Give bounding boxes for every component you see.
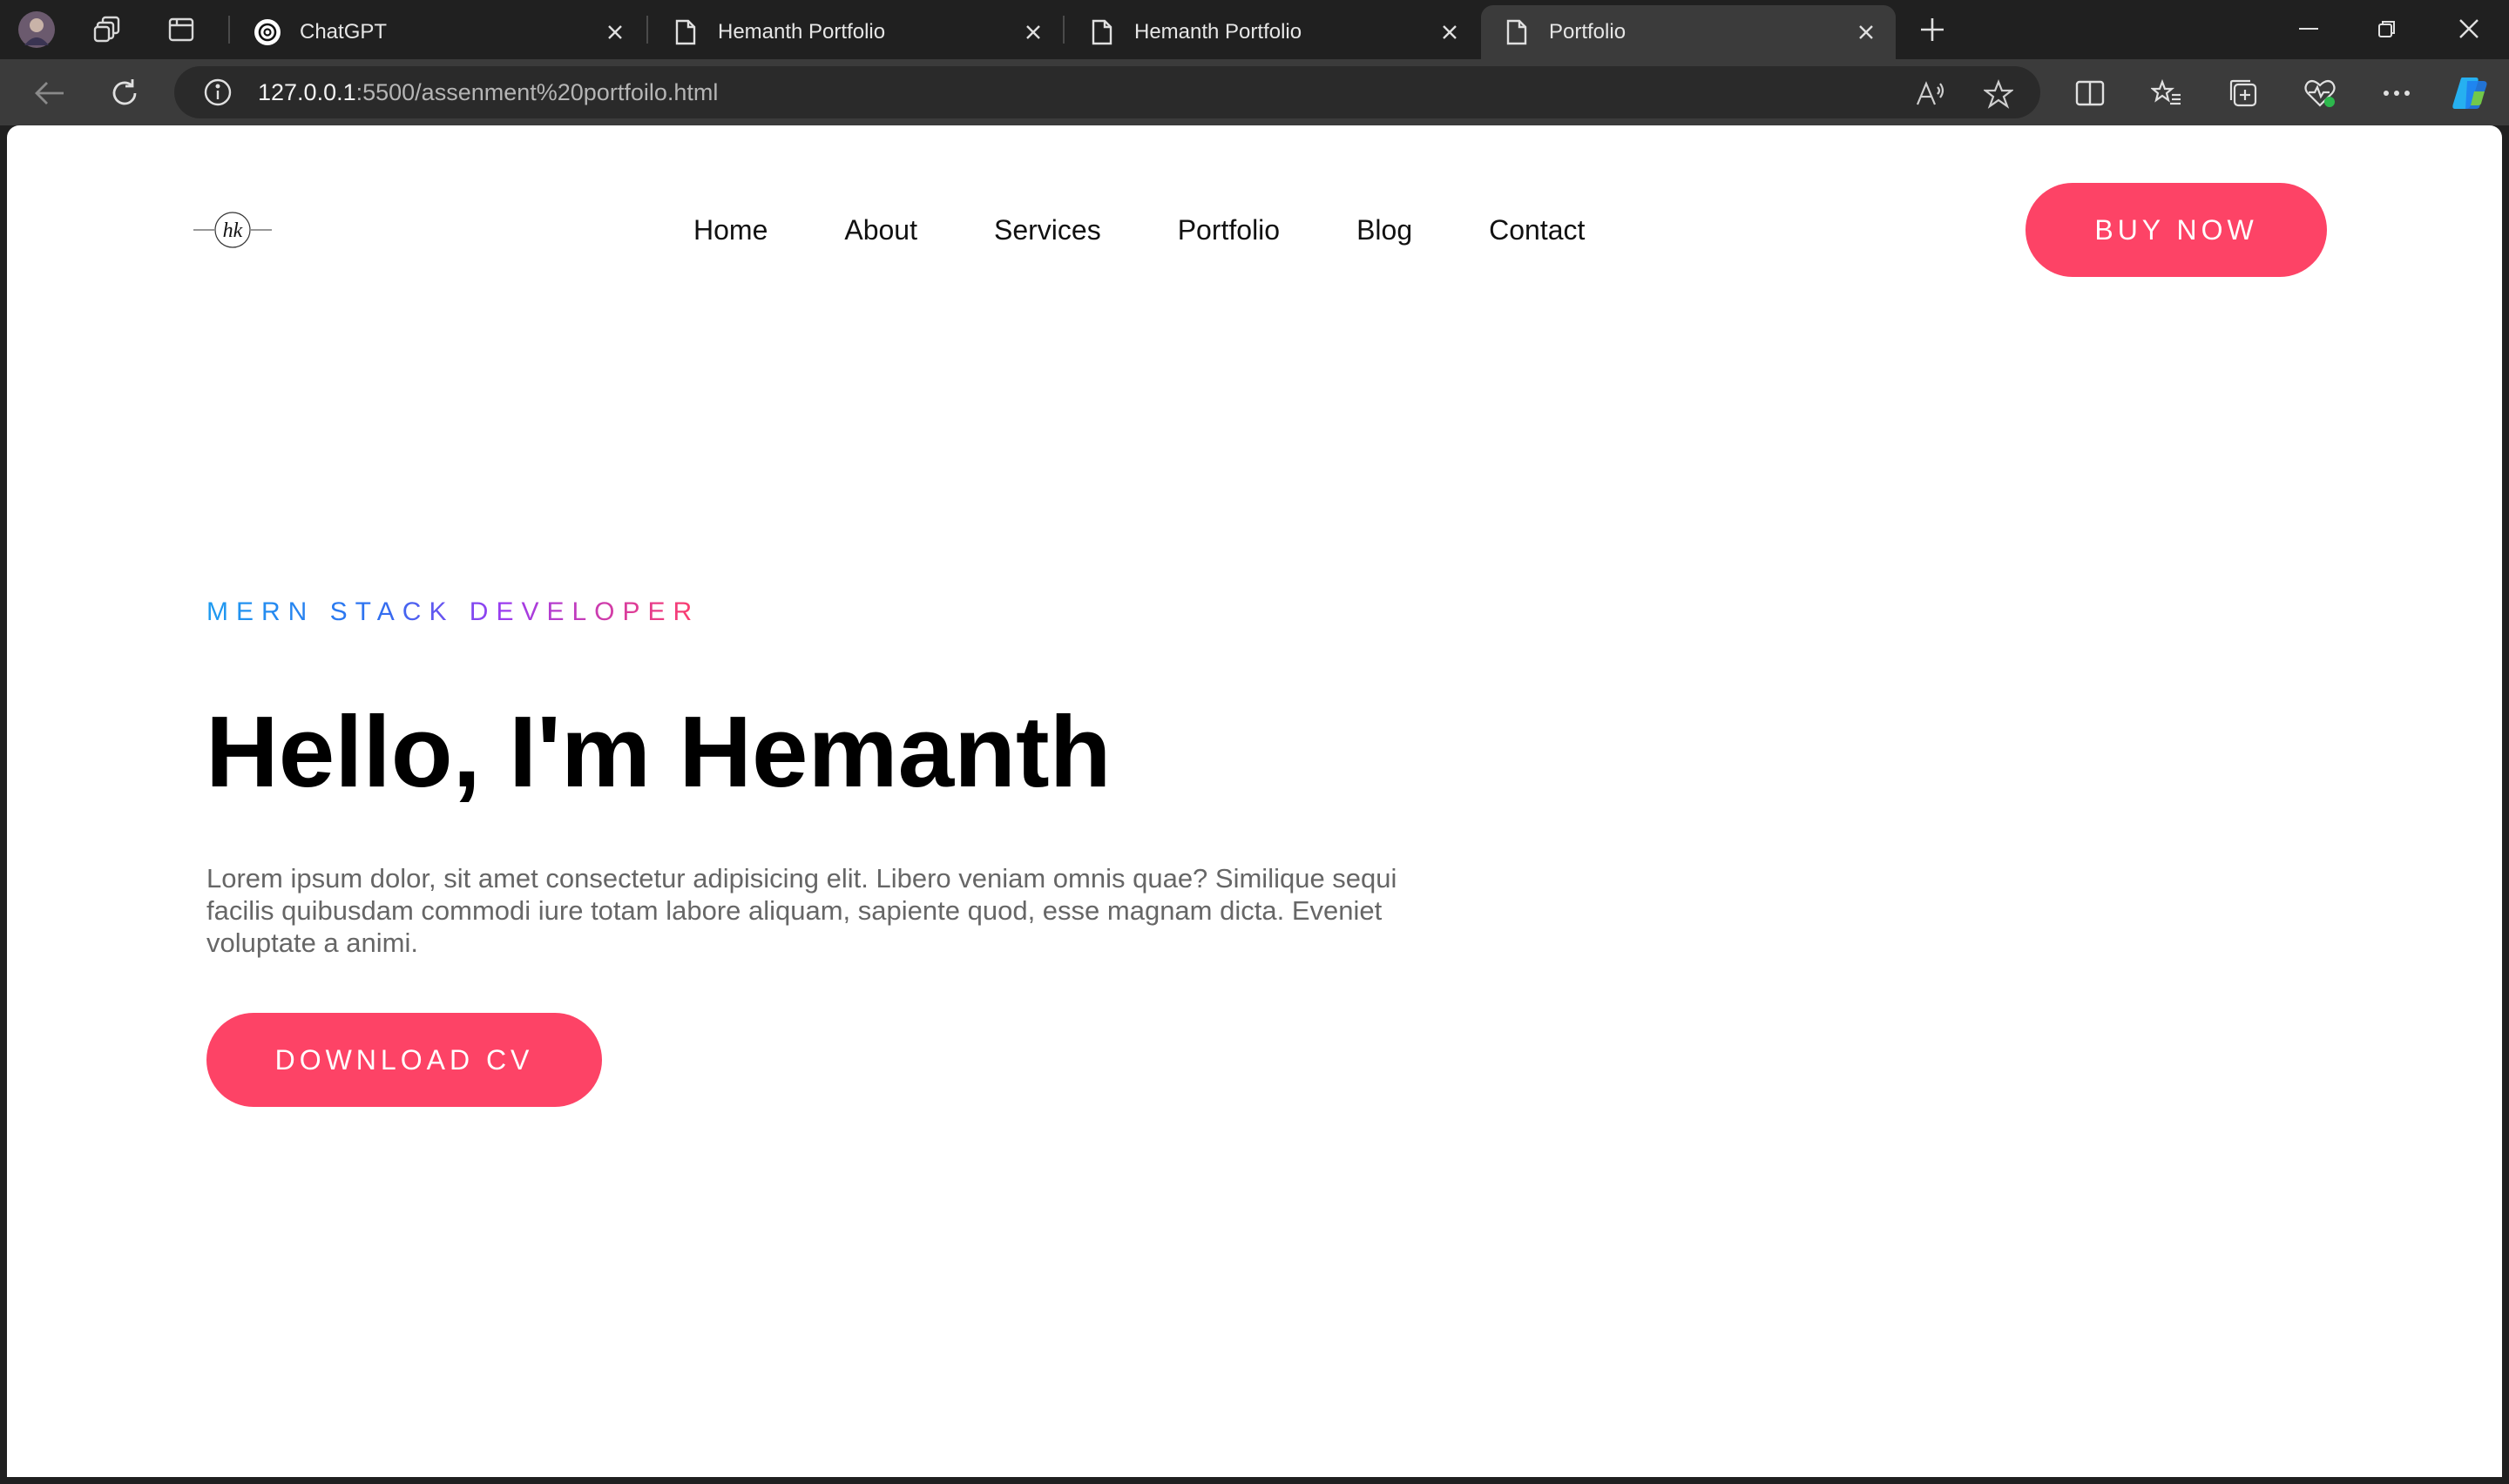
- read-aloud-icon[interactable]: [1913, 77, 1948, 111]
- site-info-icon[interactable]: [202, 77, 233, 108]
- collections-icon[interactable]: [2223, 73, 2263, 113]
- close-window-icon[interactable]: [2434, 7, 2504, 51]
- favorites-icon[interactable]: [2147, 73, 2187, 113]
- page-icon: [671, 17, 700, 47]
- logo-text: hk: [223, 219, 243, 242]
- tab-chatgpt[interactable]: ChatGPT: [232, 5, 645, 59]
- url-path: :5500/assenment%20portfoilo.html: [355, 78, 719, 105]
- copilot-icon[interactable]: [2450, 73, 2490, 113]
- tab-title: ChatGPT: [300, 20, 388, 44]
- role-subtitle: MERN STACK DEVELOPER: [206, 597, 700, 626]
- chatgpt-icon: [253, 17, 282, 47]
- favorite-star-icon[interactable]: [1981, 77, 2016, 111]
- page-viewport: hk Home About Services Portfolio Blog Co…: [7, 125, 2502, 1477]
- more-options-icon[interactable]: [2377, 73, 2417, 113]
- url-text: 127.0.0.1:5500/assenment%20portfoilo.htm…: [258, 79, 718, 106]
- main-nav: Home About Services Portfolio Blog Conta…: [693, 212, 1661, 247]
- hero-heading: Hello, I'm Hemanth: [206, 695, 1112, 808]
- workspaces-icon[interactable]: [89, 10, 127, 49]
- nav-about[interactable]: About: [844, 212, 917, 247]
- close-tab-icon[interactable]: [598, 15, 632, 50]
- page-icon: [1502, 17, 1532, 47]
- tab-separator: [228, 16, 230, 44]
- browser-essentials-icon[interactable]: [2300, 73, 2340, 113]
- nav-home[interactable]: Home: [693, 212, 768, 247]
- tab-title: Portfolio: [1549, 20, 1626, 44]
- address-bar[interactable]: 127.0.0.1:5500/assenment%20portfoilo.htm…: [174, 66, 2040, 118]
- tab-hemanth-portfolio-2[interactable]: Hemanth Portfolio: [1066, 5, 1479, 59]
- close-tab-icon[interactable]: [1849, 15, 1883, 50]
- nav-blog[interactable]: Blog: [1356, 212, 1412, 247]
- browser-toolbar: 127.0.0.1:5500/assenment%20portfoilo.htm…: [0, 59, 2509, 125]
- download-cv-button[interactable]: DOWNLOAD CV: [206, 1013, 602, 1107]
- close-tab-icon[interactable]: [1432, 15, 1467, 50]
- url-host: 127.0.0.1: [258, 78, 356, 105]
- refresh-icon[interactable]: [105, 73, 145, 113]
- hero-description: Lorem ipsum dolor, sit amet consectetur …: [206, 863, 1397, 958]
- close-tab-icon[interactable]: [1016, 15, 1051, 50]
- page-icon: [1087, 17, 1117, 47]
- site-logo[interactable]: hk: [192, 206, 274, 254]
- buy-now-button[interactable]: BUY NOW: [2025, 183, 2327, 277]
- tab-hemanth-portfolio-1[interactable]: Hemanth Portfolio: [650, 5, 1063, 59]
- minimize-icon[interactable]: [2274, 7, 2343, 51]
- nav-portfolio[interactable]: Portfolio: [1178, 212, 1280, 247]
- profile-avatar-icon[interactable]: [17, 10, 56, 49]
- tab-portfolio-active[interactable]: Portfolio: [1481, 5, 1896, 59]
- tab-separator: [1063, 16, 1065, 44]
- back-arrow-icon[interactable]: [30, 73, 70, 113]
- nav-contact[interactable]: Contact: [1489, 212, 1585, 247]
- tab-title: Hemanth Portfolio: [1134, 20, 1302, 44]
- tab-separator: [646, 16, 648, 44]
- restore-icon[interactable]: [2352, 7, 2422, 51]
- tab-title: Hemanth Portfolio: [718, 20, 886, 44]
- split-screen-icon[interactable]: [2070, 73, 2110, 113]
- tab-actions-icon[interactable]: [162, 10, 200, 49]
- new-tab-icon[interactable]: [1913, 10, 1951, 49]
- nav-services[interactable]: Services: [994, 212, 1101, 247]
- browser-tab-strip: ChatGPT Hemanth Portfolio Hemanth Portfo…: [0, 0, 2509, 59]
